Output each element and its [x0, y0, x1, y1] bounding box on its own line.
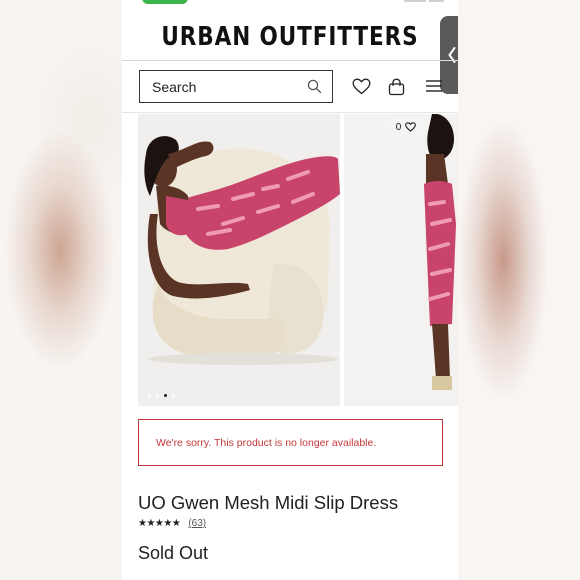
product-image-secondary[interactable] [344, 114, 458, 406]
phone-screen: URBAN OUTFITTERS Search 0 We're sorry. T… [122, 0, 458, 580]
product-title: UO Gwen Mesh Midi Slip Dress [138, 492, 399, 513]
rating-stars: ★★★★★ [138, 518, 181, 529]
background-left [0, 0, 122, 580]
gallery-dot[interactable] [148, 394, 151, 397]
hamburger-menu-icon[interactable] [425, 78, 443, 94]
wishlist-count: 0 [395, 121, 402, 133]
search-field[interactable] [139, 70, 333, 103]
search-input[interactable] [140, 71, 300, 102]
heart-icon[interactable] [352, 78, 371, 95]
chevron-left-icon [448, 47, 456, 63]
alert-message: We're sorry. This product is no longer a… [156, 436, 377, 449]
gallery-dot[interactable] [172, 394, 175, 397]
header-divider [122, 60, 458, 61]
status-bar-pill [142, 0, 188, 4]
gallery-pagination [148, 394, 175, 397]
product-status: Sold Out [138, 543, 209, 563]
wishlist-chip[interactable]: 0 [384, 117, 428, 137]
gallery-dot-active[interactable] [164, 394, 167, 397]
background-right [458, 0, 580, 580]
product-image-main[interactable] [138, 114, 340, 406]
heart-outline-icon [405, 122, 417, 132]
model-on-chair-illustration [138, 114, 340, 406]
gallery-dot[interactable] [156, 394, 159, 397]
brand-logo[interactable]: URBAN OUTFITTERS [135, 22, 444, 52]
shopping-bag-icon[interactable] [388, 78, 405, 96]
product-rating: ★★★★★ (63) [138, 518, 206, 529]
gallery-top-divider [122, 112, 458, 113]
model-standing-illustration [344, 114, 458, 406]
status-bar-icons [404, 0, 444, 2]
search-icon[interactable] [307, 79, 322, 94]
unavailable-alert: We're sorry. This product is no longer a… [138, 419, 443, 466]
review-count-link[interactable]: (63) [188, 518, 206, 529]
